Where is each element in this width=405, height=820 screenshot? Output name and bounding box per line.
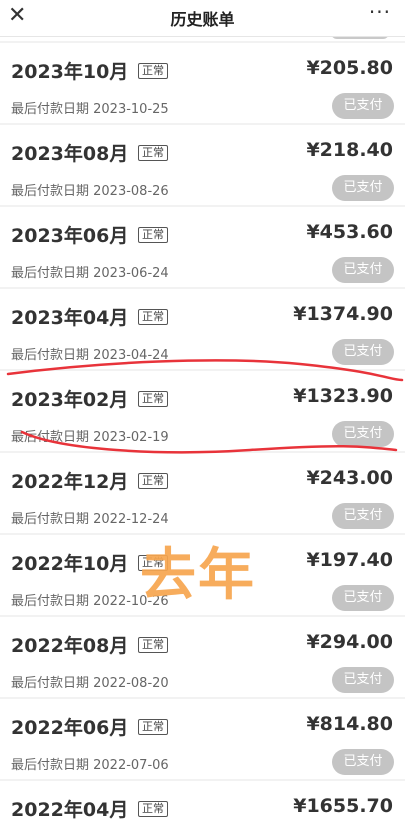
bill-month: 2023年08月 [11, 143, 129, 165]
status-tag: 正常 [138, 801, 168, 817]
due-date: 最后付款日期 2023-10-25 [11, 102, 169, 117]
due-date: 最后付款日期 2022-08-20 [11, 676, 169, 691]
due-date: 最后付款日期 2023-04-24 [11, 348, 169, 363]
bill-month: 2022年10月 [11, 553, 129, 575]
top-bar: ✕ 历史账单 ··· [0, 0, 405, 37]
more-icon[interactable]: ··· [369, 0, 391, 24]
status-tag: 正常 [138, 227, 168, 243]
bill-item-2022-04[interactable]: 2022年04月 正常 ¥1655.70 [0, 781, 405, 820]
bill-list: 2023年10月 正常 ¥205.80 最后付款日期 2023-10-25 已支… [0, 37, 405, 820]
last-year-annotation: 去年 [140, 543, 256, 608]
status-tag: 正常 [138, 473, 168, 489]
bill-month: 2023年04月 [11, 307, 129, 329]
paid-badge: 已支付 [332, 175, 394, 201]
page-title: 历史账单 [170, 10, 235, 29]
bill-month: 2023年02月 [11, 389, 129, 411]
status-tag: 正常 [138, 637, 168, 653]
bill-item-2023-06[interactable]: 2023年06月 正常 ¥453.60 最后付款日期 2023-06-24 已支… [0, 207, 405, 287]
due-date: 最后付款日期 2022-12-24 [11, 512, 169, 527]
paid-badge: 已支付 [332, 339, 394, 365]
status-tag: 正常 [138, 63, 168, 79]
bill-amount: ¥218.40 [306, 139, 393, 161]
paid-badge: 已支付 [332, 421, 394, 447]
status-tag: 正常 [138, 145, 168, 161]
bill-month: 2023年10月 [11, 61, 129, 83]
paid-badge: 已支付 [332, 257, 394, 283]
bill-month: 2023年06月 [11, 225, 129, 247]
bill-amount: ¥814.80 [306, 713, 393, 735]
bill-amount: ¥294.00 [306, 631, 393, 653]
paid-badge: 已支付 [332, 585, 394, 611]
bill-item-2023-04[interactable]: 2023年04月 正常 ¥1374.90 最后付款日期 2023-04-24 已… [0, 289, 405, 369]
bill-month: 2022年12月 [11, 471, 129, 493]
paid-badge: 已支付 [332, 503, 394, 529]
bill-amount: ¥1374.90 [293, 303, 393, 325]
status-badge-partial [331, 37, 389, 39]
due-date: 最后付款日期 2023-08-26 [11, 184, 169, 199]
bill-item-2023-08[interactable]: 2023年08月 正常 ¥218.40 最后付款日期 2023-08-26 已支… [0, 125, 405, 205]
bill-item-2022-12[interactable]: 2022年12月 正常 ¥243.00 最后付款日期 2022-12-24 已支… [0, 453, 405, 533]
bill-month: 2022年08月 [11, 635, 129, 657]
status-tag: 正常 [138, 719, 168, 735]
bill-amount: ¥453.60 [306, 221, 393, 243]
bill-month: 2022年06月 [11, 717, 129, 739]
due-date: 最后付款日期 2023-06-24 [11, 266, 169, 281]
due-date: 最后付款日期 2022-07-06 [11, 758, 169, 773]
bill-amount: ¥205.80 [306, 57, 393, 79]
status-tag: 正常 [138, 309, 168, 325]
due-date: 最后付款日期 2023-02-19 [11, 430, 169, 445]
paid-badge: 已支付 [332, 93, 394, 119]
paid-badge: 已支付 [332, 749, 394, 775]
bill-month: 2022年04月 [11, 799, 129, 820]
bill-item-2023-02[interactable]: 2023年02月 正常 ¥1323.90 最后付款日期 2023-02-19 已… [0, 371, 405, 451]
bill-amount: ¥1323.90 [293, 385, 393, 407]
bill-item-2022-06[interactable]: 2022年06月 正常 ¥814.80 最后付款日期 2022-07-06 已支… [0, 699, 405, 779]
list-item-partial [0, 37, 405, 41]
bill-amount: ¥1655.70 [293, 795, 393, 817]
bill-amount: ¥197.40 [306, 549, 393, 571]
status-tag: 正常 [138, 391, 168, 407]
paid-badge: 已支付 [332, 667, 394, 693]
bill-item-2023-10[interactable]: 2023年10月 正常 ¥205.80 最后付款日期 2023-10-25 已支… [0, 43, 405, 123]
bill-amount: ¥243.00 [306, 467, 393, 489]
bill-item-2022-08[interactable]: 2022年08月 正常 ¥294.00 最后付款日期 2022-08-20 已支… [0, 617, 405, 697]
